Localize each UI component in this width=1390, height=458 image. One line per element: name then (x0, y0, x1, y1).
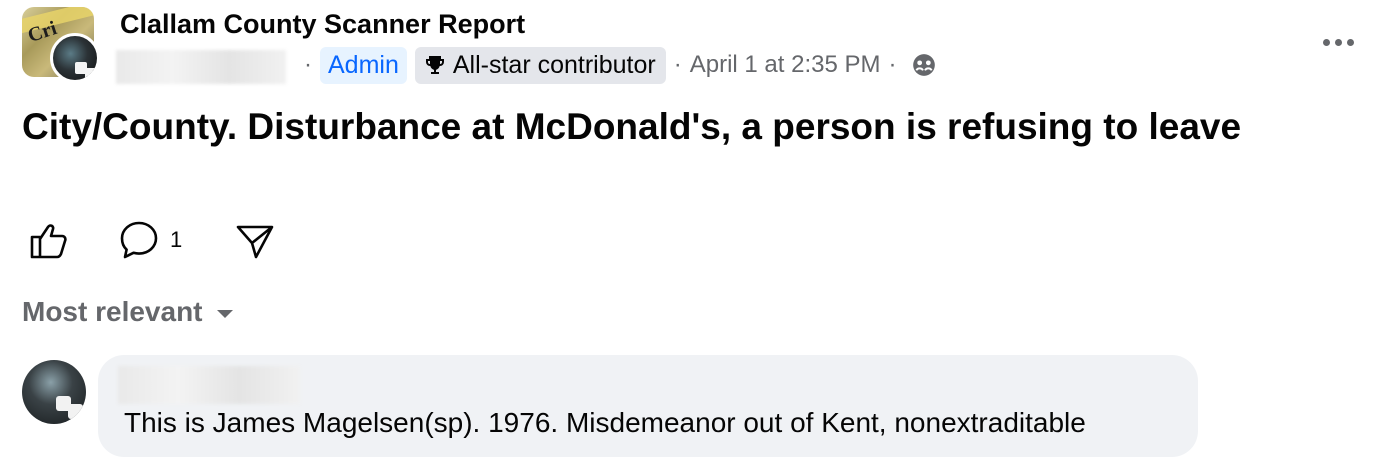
more-dot (1334, 38, 1342, 46)
author-avatar[interactable] (50, 33, 100, 83)
sort-label: Most relevant (22, 296, 203, 327)
author-name-redacted[interactable] (116, 50, 286, 84)
like-button[interactable] (28, 218, 70, 262)
share-button[interactable] (234, 218, 276, 262)
thumbs-up-icon (30, 224, 67, 259)
more-dot (1322, 38, 1330, 46)
comment-button[interactable]: 1 (118, 218, 182, 262)
allstar-badge-label: All-star contributor (452, 50, 656, 79)
post-body-text: City/County. Disturbance at McDonald's, … (22, 106, 1242, 147)
commenter-name-redacted[interactable] (118, 366, 300, 404)
post-timestamp[interactable]: April 1 at 2:35 PM (690, 51, 881, 79)
trophy-icon (425, 56, 444, 74)
share-icon (236, 225, 274, 259)
commenter-avatar[interactable] (22, 360, 86, 424)
separator-dot: · (888, 51, 897, 78)
comment-sort-dropdown[interactable]: Most relevant (22, 296, 233, 328)
avatar-dice (85, 68, 97, 80)
more-dot (1346, 38, 1354, 46)
comment-text: This is James Magelsen(sp). 1976. Misdem… (124, 407, 1086, 438)
admin-badge: Admin (320, 46, 407, 84)
comment-count: 1 (170, 227, 183, 252)
chevron-down-icon (216, 310, 233, 318)
avatar-dice (68, 404, 83, 419)
allstar-contributor-badge: All-star contributor (414, 46, 666, 84)
group-audience-icon (912, 54, 935, 76)
comment-bubble-icon (120, 221, 158, 259)
separator-dot: · (304, 51, 312, 78)
post-meta-row: · Admin All-star contributor · April 1 a… (296, 44, 937, 86)
group-name-link[interactable]: Clallam County Scanner Report (120, 9, 525, 40)
separator-dot: · (673, 51, 682, 78)
more-options-icon[interactable] (1318, 30, 1358, 54)
